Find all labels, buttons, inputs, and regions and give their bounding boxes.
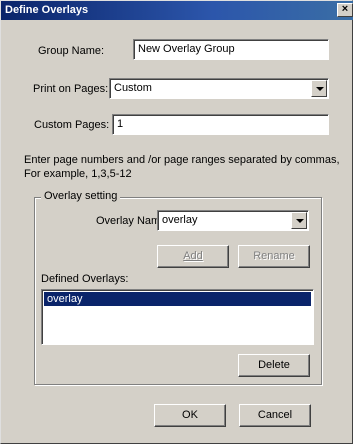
list-item[interactable]: overlay <box>44 292 311 306</box>
add-button[interactable]: Add <box>157 245 229 268</box>
defined-overlays-label: Defined Overlays: <box>41 273 129 285</box>
ok-button[interactable]: OK <box>154 404 226 427</box>
overlay-setting-legend: Overlay setting <box>41 190 121 202</box>
title-bar[interactable]: Define Overlays × <box>1 1 353 20</box>
cancel-button[interactable]: Cancel <box>239 404 311 427</box>
print-on-pages-select[interactable]: Custom <box>109 78 329 99</box>
dialog-title: Define Overlays <box>5 4 89 16</box>
custom-pages-label: Custom Pages: <box>34 119 110 131</box>
rename-button[interactable]: Rename <box>238 245 310 268</box>
custom-pages-input[interactable]: 1 <box>112 114 329 135</box>
delete-button-label: Delete <box>258 359 290 371</box>
chevron-down-icon[interactable] <box>311 80 327 97</box>
group-name-label: Group Name: <box>38 45 105 57</box>
print-on-pages-label: Print on Pages: <box>33 83 109 95</box>
close-button[interactable]: × <box>337 3 353 17</box>
rename-button-label: Rename <box>253 250 295 262</box>
print-on-pages-value: Custom <box>114 82 152 94</box>
hint-line-1: Enter page numbers and /or page ranges s… <box>24 154 340 166</box>
group-name-input[interactable]: New Overlay Group <box>133 39 329 60</box>
overlay-name-select[interactable]: overlay <box>157 210 309 231</box>
delete-button[interactable]: Delete <box>238 354 310 377</box>
define-overlays-dialog: Define Overlays × Group Name: New Overla… <box>0 0 353 444</box>
hint-line-2: For example, 1,3,5-12 <box>24 168 132 180</box>
add-button-label: Add <box>183 250 203 262</box>
defined-overlays-list[interactable]: overlay <box>41 289 314 345</box>
overlay-name-label: Overlay Name <box>96 215 167 227</box>
overlay-name-value: overlay <box>162 214 198 226</box>
chevron-down-icon[interactable] <box>291 212 307 229</box>
